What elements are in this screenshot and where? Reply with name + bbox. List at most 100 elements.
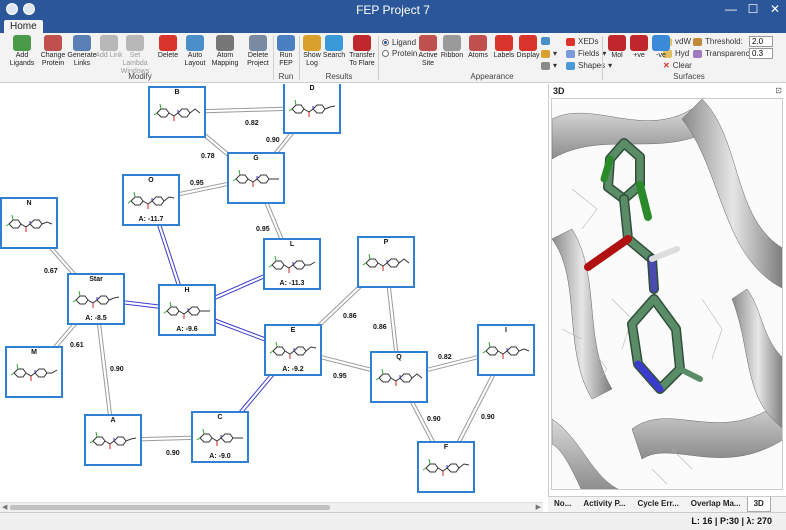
clear-button[interactable]: ✕ Clear [663, 61, 692, 70]
ligand-affinity: A: -11.3 [279, 280, 305, 287]
tab-activity-p[interactable]: Activity P... [577, 497, 631, 512]
display-label: Display [516, 52, 540, 59]
brush-icon [541, 61, 550, 70]
pin-icon[interactable]: ⊡ [775, 86, 782, 95]
ligand-node-e[interactable]: E A: -9.2 [264, 324, 322, 376]
auto-layout-button[interactable]: Auto Layout [180, 35, 210, 68]
xeds-button[interactable]: XEDs [566, 37, 598, 46]
show-log-button[interactable]: Show Log [300, 35, 324, 68]
viewer-3d-panel: 3D ⊡ [548, 84, 786, 512]
fields-icon [566, 49, 575, 58]
molecule-structure-icon [269, 341, 317, 359]
viewer-3d[interactable] [551, 98, 783, 490]
tab-overlap-ma[interactable]: Overlap Ma... [685, 497, 747, 512]
ligand-node-g[interactable]: G [227, 152, 285, 204]
edge-score-label: 0.90 [481, 414, 495, 421]
tab-home[interactable]: Home [4, 20, 43, 33]
ligand-name: G [253, 155, 259, 162]
chevron-down-icon: ▾ [553, 49, 558, 58]
status-bar: L: 16 | P:30 | λ: 270 [0, 512, 786, 530]
ribbon-button[interactable]: Ribbon [440, 35, 464, 60]
add-ligands-button[interactable]: Add Ligands [7, 35, 37, 68]
close-button[interactable]: ✕ [764, 0, 786, 20]
ligand-node-m[interactable]: M [5, 346, 63, 398]
generate-links-icon [73, 35, 91, 51]
tab-3d[interactable]: 3D [746, 497, 771, 512]
fep-graph-canvas[interactable]: 0.82 0.90 0.78 0.95 0.95 0.67 0.61 0.90 0.90 0.86… [0, 84, 543, 502]
active-site-button[interactable]: Active Site [416, 35, 440, 68]
tab-no[interactable]: No... [548, 497, 577, 512]
edge-score-label: 0.82 [245, 120, 259, 127]
ligand-node-p[interactable]: P [357, 236, 415, 288]
atom-mapping-button[interactable]: Atom Mapping [210, 35, 240, 68]
radio-indicator [382, 39, 389, 46]
negative-surface-button[interactable]: -ve [650, 35, 672, 60]
edge-score-label: 0.95 [333, 373, 347, 380]
shapes-button[interactable]: Shapes ▾ [566, 61, 612, 70]
radio-protein[interactable]: Protein [382, 49, 417, 58]
edge-score-label: 0.90 [166, 450, 180, 457]
set-lambda-windows-button[interactable]: Set Lambda Windows [118, 35, 152, 76]
ligand-node-star[interactable]: Star A: -8.5 [67, 273, 125, 325]
positive-surface-button[interactable]: +ve [628, 35, 650, 60]
transfer-to-flare-button[interactable]: Transfer To Flare [346, 35, 378, 68]
calculator-icon [277, 35, 295, 51]
edge-score-label: 0.90 [266, 137, 280, 144]
ligand-node-o[interactable]: O A: -11.7 [122, 174, 180, 226]
clear-label: Clear [672, 61, 692, 70]
ligand-node-q[interactable]: Q [370, 351, 428, 403]
clear-icon: ✕ [663, 61, 670, 70]
view-option-2[interactable]: ▾ [541, 49, 557, 58]
scroll-left-icon[interactable]: ◀ [2, 503, 7, 511]
ligand-node-i[interactable]: I [477, 324, 535, 376]
ligand-node-f[interactable]: F [417, 441, 475, 493]
scrollbar-thumb[interactable] [10, 505, 330, 510]
ligand-node-l[interactable]: L A: -11.3 [263, 238, 321, 290]
radio-ligand[interactable]: Ligand [382, 38, 416, 47]
delete-project-icon [249, 35, 267, 51]
ligand-node-c[interactable]: C A: -9.0 [191, 411, 249, 463]
search-button[interactable]: Search [322, 35, 346, 60]
chevron-down-icon: ▾ [553, 61, 558, 70]
lambda-icon [126, 35, 144, 51]
atoms-icon [469, 35, 487, 51]
scroll-right-icon[interactable]: ▶ [536, 503, 541, 511]
mol-surface-button[interactable]: Mol [606, 35, 628, 60]
display-button[interactable]: Display [516, 35, 540, 60]
molecule-structure-icon [232, 169, 279, 187]
generate-links-button[interactable]: Generate Links [67, 35, 97, 68]
radio-protein-label: Protein [392, 49, 418, 58]
change-protein-button[interactable]: Change Protein [38, 35, 68, 68]
ligand-node-a[interactable]: A [84, 414, 142, 466]
atoms-button[interactable]: Atoms [466, 35, 490, 60]
transparency-input[interactable]: 0.3 [749, 48, 773, 59]
divider [602, 36, 603, 80]
add-link-icon [100, 35, 118, 51]
display-icon [519, 35, 537, 51]
ligand-node-b[interactable]: B [148, 86, 206, 138]
protein-ligand-render [552, 99, 782, 489]
view-option-3[interactable]: ▾ [541, 61, 557, 70]
show-log-label: Show Log [303, 52, 321, 67]
panel-icon [541, 37, 550, 45]
threshold-text: Threshold: [705, 37, 743, 46]
fields-button[interactable]: Fields ▾ [566, 49, 606, 58]
ligand-node-n[interactable]: N [0, 197, 58, 249]
maximize-button[interactable]: ☐ [742, 0, 764, 20]
delete-button[interactable]: Delete [153, 35, 183, 60]
atom-mapping-label: Atom Mapping [211, 52, 239, 67]
delete-project-button[interactable]: Delete Project [243, 35, 273, 68]
ligand-node-d[interactable]: D [283, 84, 341, 134]
ligand-node-h[interactable]: H A: -9.6 [158, 284, 216, 336]
threshold-input[interactable]: 2.0 [749, 36, 773, 47]
bottom-tab-bar: No... Activity P... Cycle Err... Overlap Ma… [548, 496, 786, 512]
run-fep-button[interactable]: Run FEP [274, 35, 298, 68]
horizontal-scrollbar[interactable]: ◀ ▶ [0, 502, 543, 512]
tab-cycle-err[interactable]: Cycle Err... [631, 497, 684, 512]
ligand-name: C [217, 414, 223, 421]
edge-score-label: 0.86 [373, 324, 387, 331]
labels-button[interactable]: Labels [492, 35, 516, 60]
minimize-button[interactable]: — [720, 0, 742, 20]
view-option-1[interactable] [541, 37, 550, 45]
edge-score-label: 0.61 [70, 342, 84, 349]
